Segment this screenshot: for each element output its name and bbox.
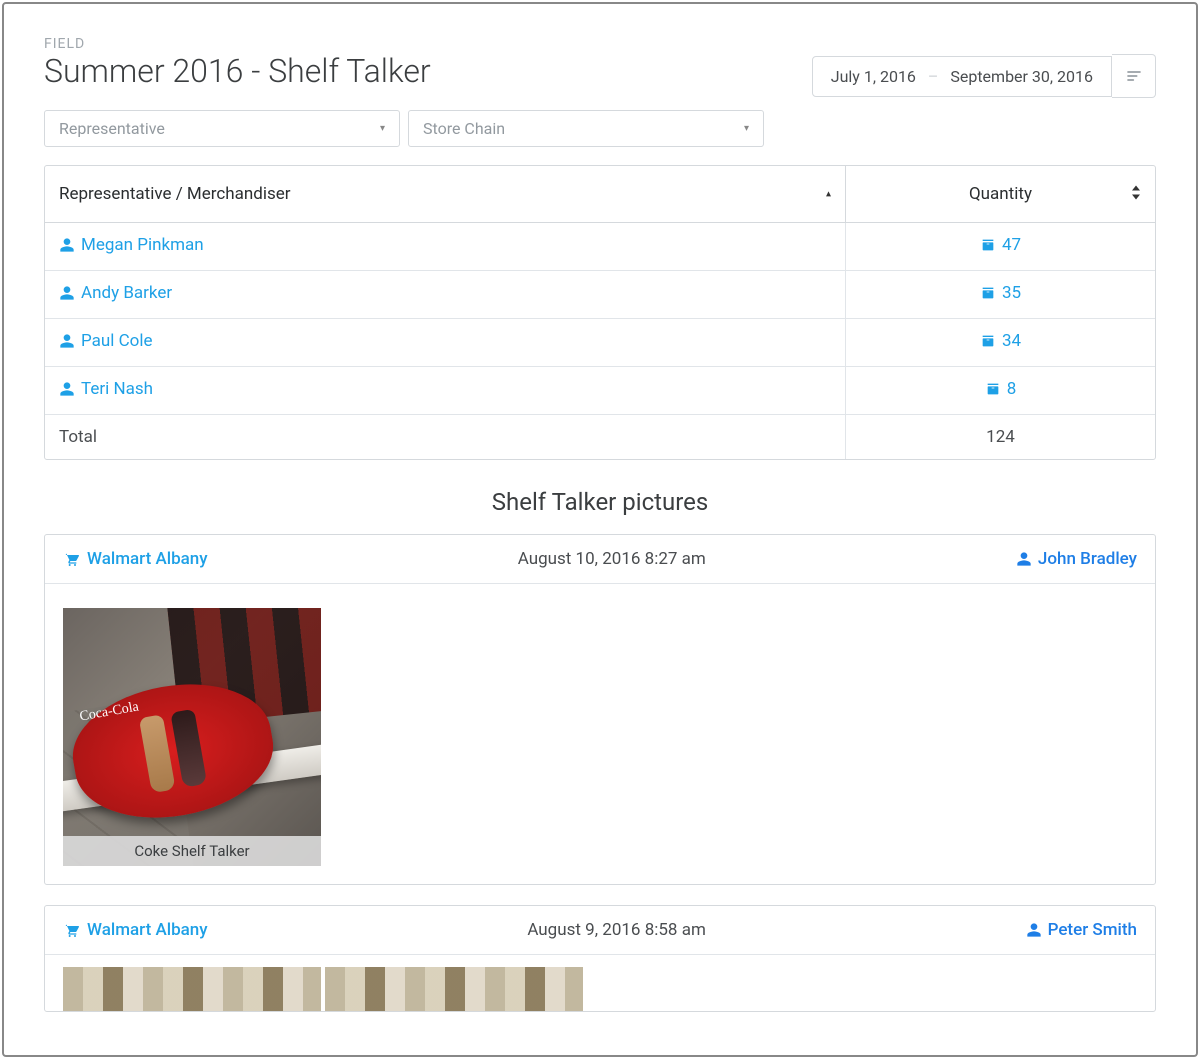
dropdown-label: Representative — [59, 119, 165, 138]
chevron-down-icon: ▾ — [380, 123, 385, 134]
picture-card: Walmart Albany August 10, 2016 8:27 am J… — [44, 534, 1156, 885]
user-link[interactable]: Peter Smith — [1026, 920, 1137, 940]
column-header-label: Representative / Merchandiser — [59, 184, 291, 204]
user-name: Peter Smith — [1048, 920, 1137, 940]
user-link[interactable]: John Bradley — [1016, 549, 1137, 569]
store-name: Walmart Albany — [87, 920, 208, 940]
picture-thumbnail[interactable] — [63, 967, 321, 1011]
rep-link[interactable]: Teri Nash — [59, 379, 153, 399]
picture-card: Walmart Albany August 9, 2016 8:58 am Pe… — [44, 905, 1156, 1012]
store-link[interactable]: Walmart Albany — [63, 549, 208, 569]
column-header-label: Quantity — [969, 184, 1032, 204]
picture-thumbnail[interactable]: Coca-Cola Coke Shelf Talker — [63, 608, 321, 866]
archive-icon — [985, 381, 1001, 397]
rep-link[interactable]: Andy Barker — [59, 283, 172, 303]
rep-name: Teri Nash — [81, 379, 153, 399]
person-icon — [59, 285, 75, 301]
table-row: Megan Pinkman 47 — [45, 223, 1155, 271]
picture-caption: Coke Shelf Talker — [63, 836, 321, 866]
column-header-rep[interactable]: Representative / Merchandiser ▴ — [45, 166, 845, 223]
picture-thumbnail[interactable] — [325, 967, 583, 1011]
rep-link[interactable]: Megan Pinkman — [59, 235, 204, 255]
store-chain-dropdown[interactable]: Store Chain ▾ — [408, 110, 764, 147]
qty-value: 35 — [1002, 283, 1021, 303]
column-header-qty[interactable]: Quantity — [845, 166, 1155, 223]
qty-value: 34 — [1002, 331, 1021, 351]
breadcrumb: FIELD — [44, 36, 1156, 52]
options-button[interactable] — [1112, 54, 1156, 98]
qty-link[interactable]: 35 — [980, 283, 1021, 303]
page-title: Summer 2016 - Shelf Talker — [44, 54, 431, 89]
qty-value: 47 — [1002, 235, 1021, 255]
total-label: Total — [45, 415, 845, 459]
archive-icon — [980, 333, 996, 349]
table-row: Paul Cole 34 — [45, 319, 1155, 367]
store-name: Walmart Albany — [87, 549, 208, 569]
archive-icon — [980, 237, 996, 253]
pictures-section-title: Shelf Talker pictures — [44, 488, 1156, 516]
qty-link[interactable]: 8 — [985, 379, 1017, 399]
person-icon — [1026, 922, 1042, 938]
person-icon — [59, 237, 75, 253]
date-range-start: July 1, 2016 — [831, 67, 916, 86]
shelf-talker-image: Coca-Cola — [63, 608, 321, 866]
qty-value: 8 — [1007, 379, 1017, 399]
archive-icon — [980, 285, 996, 301]
rep-name: Megan Pinkman — [81, 235, 204, 255]
person-icon — [1016, 551, 1032, 567]
date-range-picker[interactable]: July 1, 2016 – September 30, 2016 — [812, 56, 1112, 97]
person-icon — [59, 333, 75, 349]
qty-link[interactable]: 47 — [980, 235, 1021, 255]
representative-dropdown[interactable]: Representative ▾ — [44, 110, 400, 147]
bars-icon — [1126, 68, 1142, 84]
person-icon — [59, 381, 75, 397]
dropdown-label: Store Chain — [423, 119, 505, 138]
chevron-down-icon: ▾ — [744, 123, 749, 134]
table-row: Teri Nash 8 — [45, 367, 1155, 415]
sort-both-icon — [1131, 186, 1141, 203]
rep-link[interactable]: Paul Cole — [59, 331, 153, 351]
table-total-row: Total124 — [45, 415, 1155, 459]
sort-asc-icon: ▴ — [826, 189, 831, 200]
qty-link[interactable]: 34 — [980, 331, 1021, 351]
card-timestamp: August 10, 2016 8:27 am — [518, 549, 706, 569]
table-row: Andy Barker 35 — [45, 271, 1155, 319]
rep-name: Andy Barker — [81, 283, 172, 303]
card-timestamp: August 9, 2016 8:58 am — [527, 920, 706, 940]
total-value: 124 — [845, 415, 1155, 459]
representatives-table: Representative / Merchandiser ▴ Quantity… — [44, 165, 1156, 460]
cart-icon — [63, 922, 79, 938]
dash-icon: – — [928, 67, 938, 86]
rep-name: Paul Cole — [81, 331, 153, 351]
cart-icon — [63, 551, 79, 567]
store-link[interactable]: Walmart Albany — [63, 920, 208, 940]
user-name: John Bradley — [1038, 549, 1137, 569]
date-range-end: September 30, 2016 — [950, 67, 1093, 86]
